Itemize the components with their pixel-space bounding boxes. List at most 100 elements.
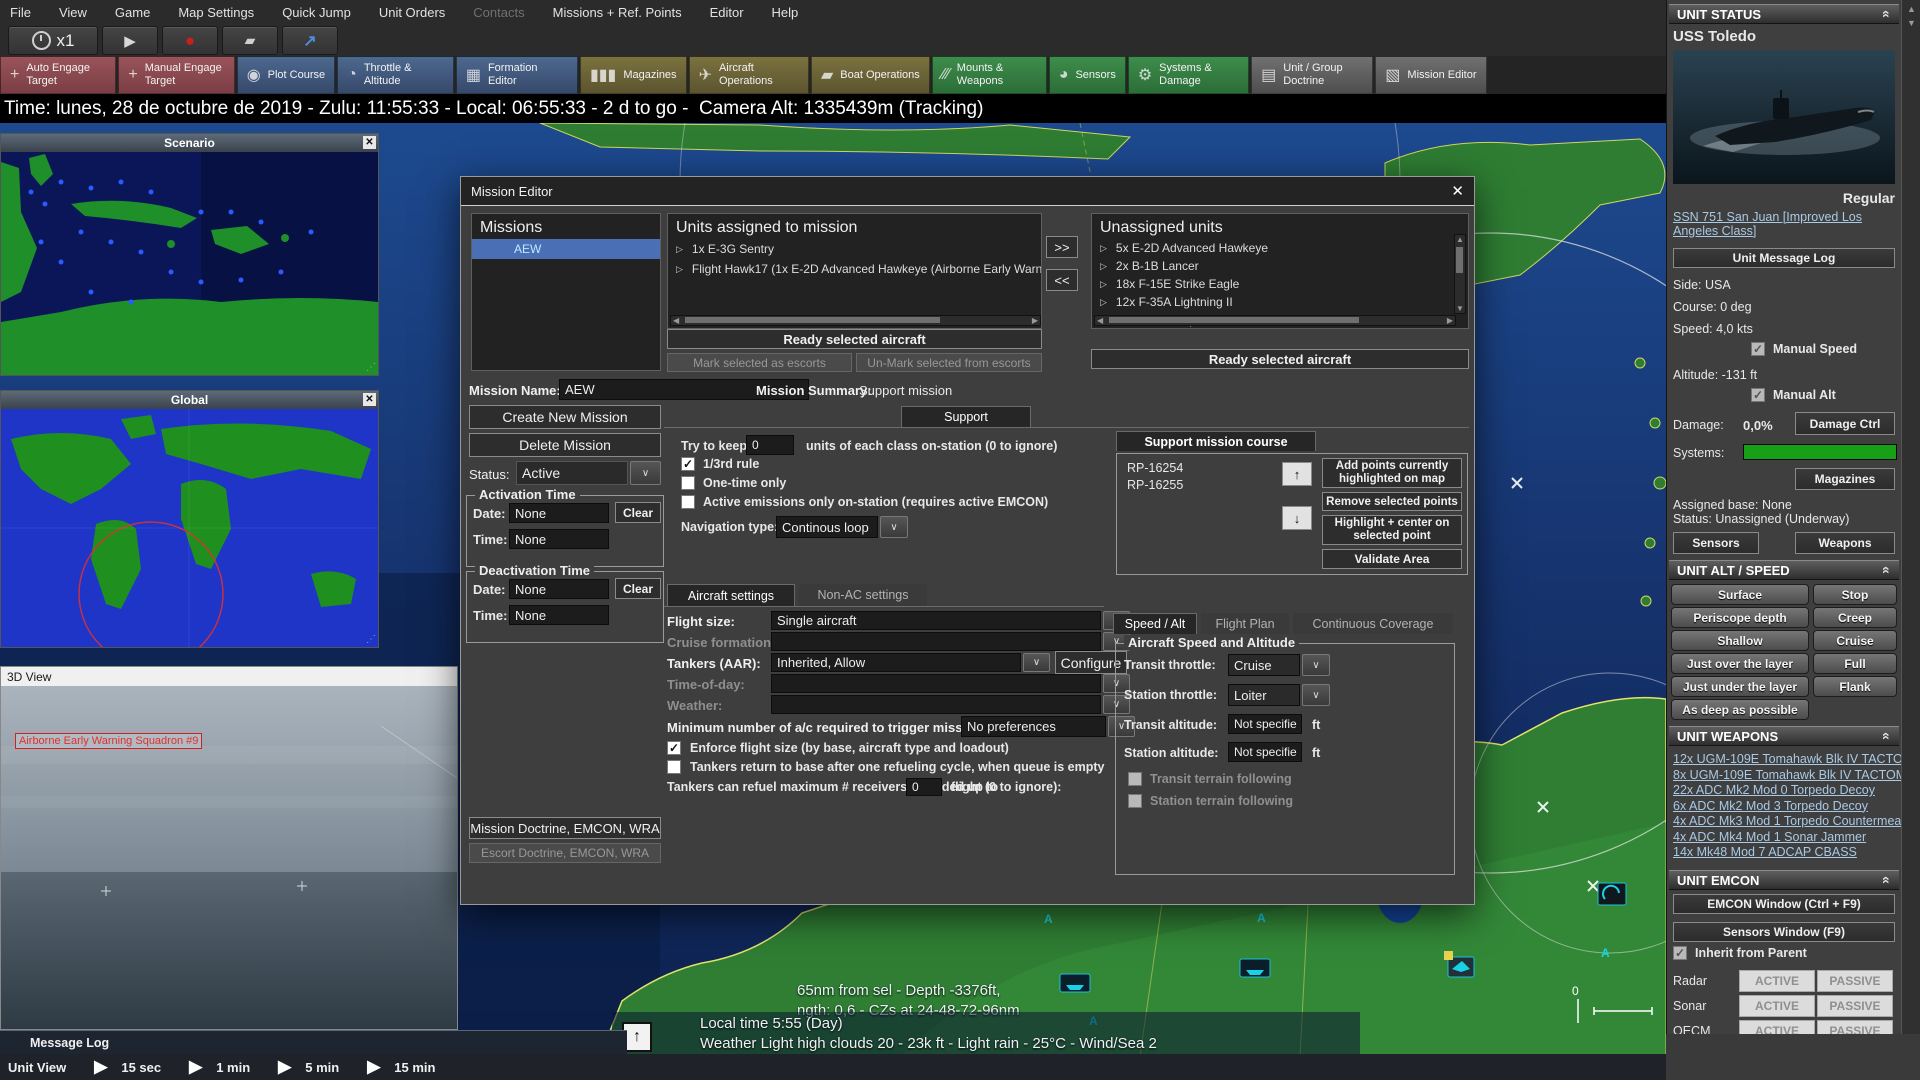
- depth-over-layer-button[interactable]: Just over the layer: [1671, 653, 1809, 674]
- transit-throttle-select[interactable]: Cruise: [1228, 654, 1300, 676]
- third-rule-checkbox[interactable]: ✓: [681, 457, 695, 471]
- play-button[interactable]: ▶: [102, 26, 158, 55]
- ready-selected-aircraft-button[interactable]: Ready selected aircraft: [667, 329, 1042, 349]
- tab-non-ac-settings[interactable]: Non-AC settings: [799, 584, 927, 606]
- station-throttle-arrow[interactable]: ∨: [1302, 684, 1330, 706]
- menu-missions-ref-points[interactable]: Missions + Ref. Points: [553, 5, 682, 20]
- toolbar-auto-engage-target[interactable]: +Auto Engage Target: [0, 56, 116, 94]
- transit-throttle-arrow[interactable]: ∨: [1302, 654, 1330, 676]
- menu-quick-jump[interactable]: Quick Jump: [282, 5, 351, 20]
- toolbar-manual-engage-target[interactable]: +Manual Engage Target: [118, 56, 234, 94]
- expand-icon[interactable]: ▷: [1100, 279, 1107, 290]
- oecm-passive-button[interactable]: PASSIVE: [1817, 1020, 1893, 1034]
- depth-surface-button[interactable]: Surface: [1671, 584, 1809, 605]
- toolbar-mounts-weapons[interactable]: ∕∕∕Mounts & Weapons: [932, 56, 1047, 94]
- unassigned-unit-row[interactable]: ▷5x E-2D Advanced Hawkeye: [1092, 239, 1468, 257]
- toolbar-unit-group-doctrine[interactable]: ▤Unit / Group Doctrine: [1251, 56, 1373, 94]
- radar-passive-button[interactable]: PASSIVE: [1817, 970, 1893, 992]
- depth-shallow-button[interactable]: Shallow: [1671, 630, 1809, 651]
- damage-ctrl-button[interactable]: Damage Ctrl: [1795, 412, 1895, 435]
- scenario-panel[interactable]: Scenario ✕ ⋰: [0, 133, 379, 376]
- toolbar-sensors[interactable]: ◕Sensors: [1049, 56, 1126, 94]
- scroll-left-icon[interactable]: ◀: [673, 316, 679, 325]
- dialog-titlebar[interactable]: Mission Editor ✕: [461, 177, 1474, 206]
- activation-date-input[interactable]: None: [509, 503, 609, 523]
- throttle-flank-button[interactable]: Flank: [1813, 676, 1897, 697]
- weapon-link[interactable]: 6x ADC Mk2 Mod 3 Torpedo Decoy: [1673, 799, 1915, 815]
- keep-count-input[interactable]: 0: [746, 435, 794, 455]
- throttle-creep-button[interactable]: Creep: [1813, 607, 1897, 628]
- depth-periscope-button[interactable]: Periscope depth: [1671, 607, 1809, 628]
- highlight-center-button[interactable]: Highlight + center on selected point: [1322, 515, 1462, 545]
- horizontal-scrollbar[interactable]: ◀ ▶: [1094, 315, 1456, 326]
- toolbar-boat-operations[interactable]: ▰Boat Operations: [811, 56, 930, 94]
- close-icon[interactable]: ✕: [1451, 182, 1464, 200]
- refuel-count-input[interactable]: 0: [906, 778, 942, 796]
- resize-handle[interactable]: ⋰: [366, 634, 376, 645]
- toolbar-aircraft-operations[interactable]: ✈Aircraft Operations: [689, 56, 809, 94]
- weapons-button[interactable]: Weapons: [1795, 532, 1895, 554]
- scroll-right-icon[interactable]: ▶: [1447, 316, 1453, 325]
- time-step-15min[interactable]: ▶15 min: [339, 1057, 435, 1077]
- close-icon[interactable]: ✕: [363, 393, 376, 406]
- oecm-active-button[interactable]: ACTIVE: [1739, 1020, 1815, 1034]
- unit-status-header[interactable]: UNIT STATUS «: [1669, 4, 1899, 24]
- deactivation-time-input[interactable]: None: [509, 605, 609, 625]
- unit-message-log-button[interactable]: Unit Message Log: [1673, 248, 1895, 268]
- magazines-button[interactable]: Magazines: [1795, 468, 1895, 490]
- time-step-1min[interactable]: ▶1 min: [161, 1057, 250, 1077]
- collapse-icon[interactable]: «: [1879, 10, 1895, 18]
- global-panel[interactable]: Global ✕ ⋰: [0, 390, 379, 648]
- vertical-scrollbar[interactable]: ▲ ▼: [1454, 234, 1466, 314]
- toolbar-magazines[interactable]: ▮▮▮Magazines: [580, 56, 687, 94]
- global-panel-titlebar[interactable]: Global ✕: [1, 391, 378, 409]
- flight-size-select[interactable]: Single aircraft: [771, 611, 1101, 630]
- depth-max-button[interactable]: As deep as possible: [1671, 699, 1809, 720]
- assigned-unit-row[interactable]: ▷Flight Hawk17 (1x E-2D Advanced Hawkeye…: [668, 259, 1041, 279]
- toolbar-formation-editor[interactable]: ▦Formation Editor: [456, 56, 578, 94]
- throttle-full-button[interactable]: Full: [1813, 653, 1897, 674]
- collapse-icon[interactable]: «: [1879, 732, 1895, 740]
- manual-speed-checkbox[interactable]: ✓: [1751, 342, 1765, 356]
- activation-time-input[interactable]: None: [509, 529, 609, 549]
- scroll-down-icon[interactable]: ▼: [1456, 304, 1464, 313]
- deactivation-clear-button[interactable]: Clear: [615, 578, 661, 599]
- mission-doctrine-button[interactable]: Mission Doctrine, EMCON, WRA: [469, 817, 661, 839]
- sonar-passive-button[interactable]: PASSIVE: [1817, 995, 1893, 1017]
- view3d-panel[interactable]: 3D View Airborne Early Warning Squadron …: [0, 666, 458, 1030]
- course-point-down-button[interactable]: ↓: [1282, 506, 1312, 530]
- expand-icon[interactable]: ▷: [1100, 243, 1107, 254]
- assign-units-button[interactable]: >>: [1046, 236, 1078, 258]
- station-altitude-input[interactable]: Not specifie: [1228, 742, 1302, 762]
- mission-list-item-aew[interactable]: AEW: [472, 239, 660, 259]
- scenario-panel-titlebar[interactable]: Scenario ✕: [1, 134, 378, 152]
- weapon-link[interactable]: 4x ADC Mk4 Mod 1 Sonar Jammer: [1673, 830, 1915, 846]
- record-button[interactable]: ●: [162, 26, 218, 55]
- close-icon[interactable]: ✕: [363, 136, 376, 149]
- menu-map-settings[interactable]: Map Settings: [178, 5, 254, 20]
- emcon-window-button[interactable]: EMCON Window (Ctrl + F9): [1673, 894, 1895, 914]
- resize-handle[interactable]: ⋰: [366, 362, 376, 373]
- tankers-aar-select[interactable]: Inherited, Allow: [771, 653, 1021, 672]
- toolbar-throttle-altitude[interactable]: ◔Throttle & Altitude: [337, 56, 454, 94]
- weapon-link[interactable]: 22x ADC Mk2 Mod 0 Torpedo Decoy: [1673, 783, 1915, 799]
- sonar-active-button[interactable]: ACTIVE: [1739, 995, 1815, 1017]
- throttle-stop-button[interactable]: Stop: [1813, 584, 1897, 605]
- escort-doctrine-button[interactable]: Escort Doctrine, EMCON, WRA: [469, 843, 661, 863]
- expand-icon[interactable]: ▷: [676, 244, 683, 255]
- min-aircraft-select[interactable]: No preferences: [961, 716, 1106, 737]
- time-step-5min[interactable]: ▶5 min: [250, 1057, 339, 1077]
- toolbar-plot-course[interactable]: ◉Plot Course: [237, 56, 335, 94]
- station-throttle-select[interactable]: Loiter: [1228, 684, 1300, 706]
- menu-help[interactable]: Help: [772, 5, 799, 20]
- menu-game[interactable]: Game: [115, 5, 150, 20]
- add-points-button[interactable]: Add points currently highlighted on map: [1322, 458, 1462, 488]
- unassigned-unit-row[interactable]: ▷2x B-1B Lancer: [1092, 257, 1468, 275]
- mark-escorts-button[interactable]: Mark selected as escorts: [667, 353, 852, 372]
- collapse-icon[interactable]: «: [1879, 566, 1895, 574]
- tab-aircraft-settings[interactable]: Aircraft settings: [667, 584, 795, 606]
- tab-flight-plan[interactable]: Flight Plan: [1201, 613, 1289, 634]
- navigation-type-select[interactable]: Continous loop: [776, 516, 878, 538]
- delete-mission-button[interactable]: Delete Mission: [469, 433, 661, 457]
- sidebar-scrollbar[interactable]: ▲ ▼: [1901, 0, 1920, 1034]
